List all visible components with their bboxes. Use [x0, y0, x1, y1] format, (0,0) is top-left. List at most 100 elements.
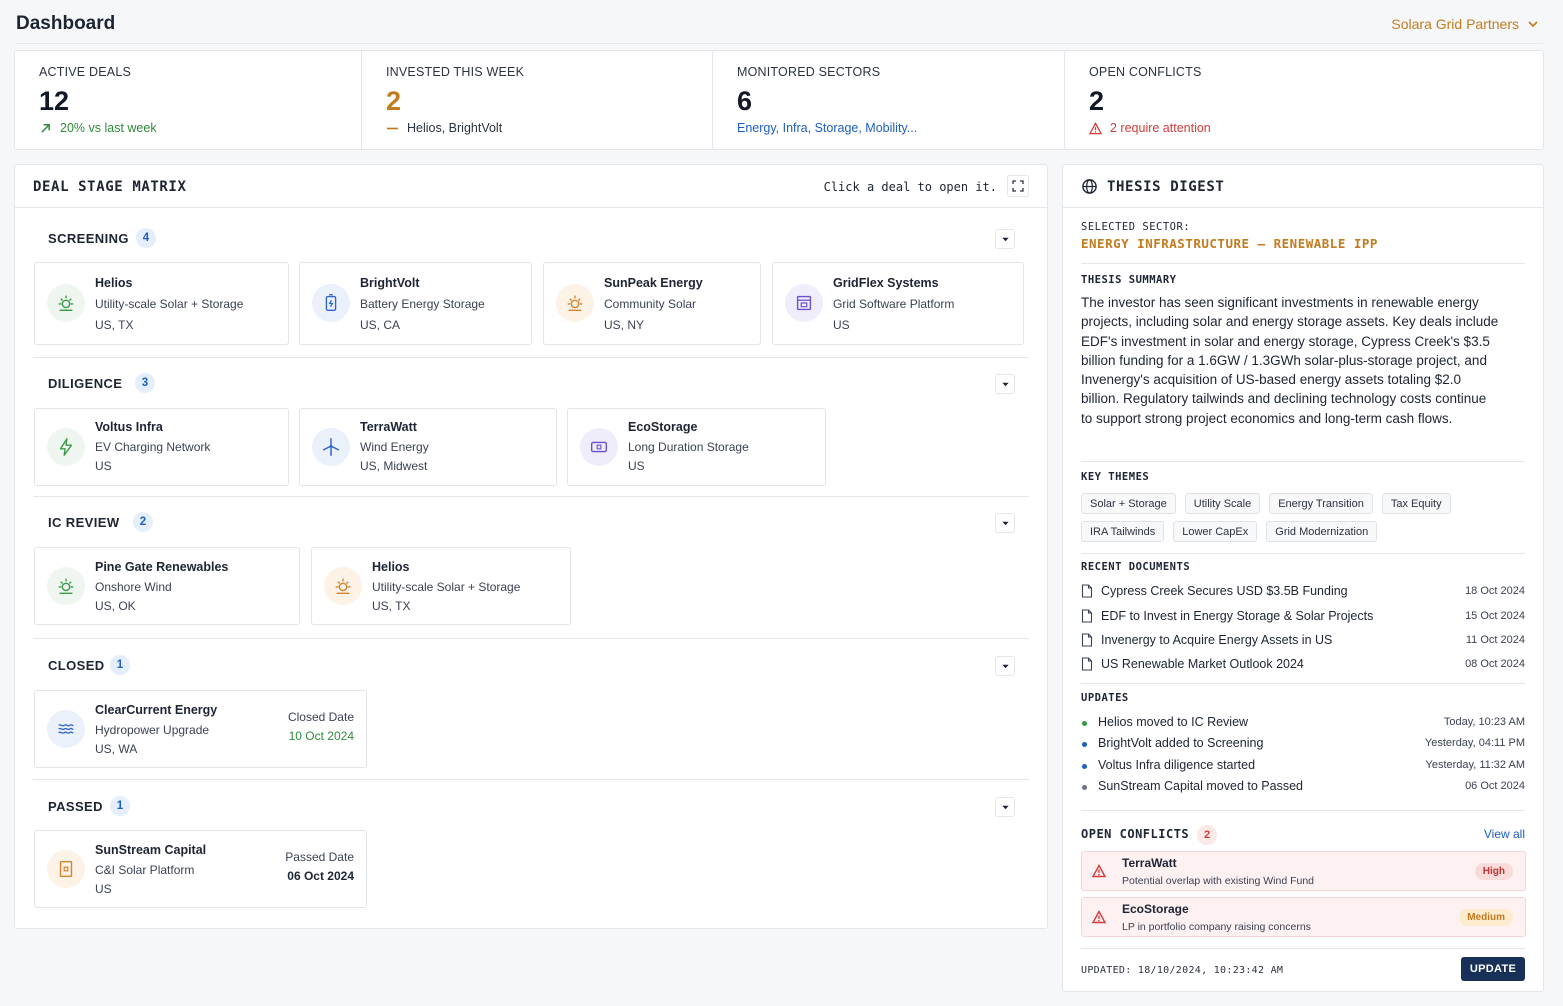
view-all-link[interactable]: View all	[1484, 827, 1525, 841]
stat-invested-this-week[interactable]: INVESTED THIS WEEK 2 Helios, BrightVolt	[362, 51, 713, 149]
deal-type: Battery Energy Storage	[360, 297, 485, 311]
document-row[interactable]: Cypress Creek Secures USD $3.5B Funding …	[1081, 583, 1525, 601]
stage-header[interactable]: PASSED 1	[33, 796, 1029, 820]
deal-card-clearcurrent-energy[interactable]: ClearCurrent Energy Hydropower Upgrade U…	[34, 690, 367, 768]
deal-card-sunpeak-energy[interactable]: SunPeak Energy Community Solar US, NY	[543, 262, 761, 345]
divider	[1081, 948, 1525, 949]
theme-chip[interactable]: Grid Modernization	[1266, 521, 1378, 542]
deal-name: TerraWatt	[360, 420, 417, 434]
update-row: Voltus Infra diligence started Yesterday…	[1081, 758, 1525, 774]
theme-chip[interactable]: Tax Equity	[1381, 493, 1451, 514]
stage-name: IC REVIEW	[48, 515, 120, 530]
wind-turbine-icon	[312, 428, 350, 466]
update-text: BrightVolt added to Screening	[1098, 736, 1264, 750]
warning-icon	[1092, 864, 1106, 878]
collapse-button[interactable]	[995, 797, 1015, 817]
stat-value: 12	[39, 86, 70, 116]
deal-card-helios[interactable]: Helios Utility-scale Solar + Storage US,…	[34, 262, 289, 345]
deal-location: US, WA	[95, 742, 138, 756]
stage-divider	[33, 779, 1029, 780]
update-button[interactable]: UPDATE	[1461, 957, 1525, 981]
thesis-summary: The investor has seen significant invest…	[1081, 295, 1499, 426]
deal-card-sunstream-capital[interactable]: SunStream Capital C&I Solar Platform US …	[34, 830, 367, 908]
stage-header[interactable]: SCREENING 4	[33, 228, 1029, 252]
org-switcher[interactable]: Solara Grid Partners	[1391, 16, 1539, 32]
document-date: 11 Oct 2024	[1465, 634, 1525, 646]
document-row[interactable]: EDF to Invest in Energy Storage & Solar …	[1081, 608, 1525, 626]
deal-location: US	[833, 318, 850, 332]
document-title: US Renewable Market Outlook 2024	[1101, 657, 1304, 671]
open-conflicts-label: OPEN CONFLICTS	[1081, 827, 1190, 841]
deal-location: US, CA	[360, 318, 401, 332]
deal-name: ClearCurrent Energy	[95, 703, 218, 717]
divider	[1081, 263, 1525, 264]
stage-header[interactable]: IC REVIEW 2	[33, 512, 1029, 536]
stat-open-conflicts[interactable]: OPEN CONFLICTS 2 2 require attention	[1065, 51, 1543, 149]
deal-name: Pine Gate Renewables	[95, 560, 229, 574]
grid-icon	[785, 284, 823, 322]
stat-label: OPEN CONFLICTS	[1089, 65, 1202, 79]
sector-list-link[interactable]: Energy, Infra, Storage, Mobility...	[737, 121, 917, 135]
warning-icon	[1092, 910, 1106, 924]
severity-badge: High	[1474, 863, 1513, 880]
document-title: Invenergy to Acquire Energy Assets in US	[1101, 633, 1333, 647]
deal-card-terrawatt[interactable]: TerraWatt Wind Energy US, Midwest	[299, 408, 557, 486]
stage-name: CLOSED	[48, 658, 105, 673]
deal-type: Community Solar	[604, 297, 697, 311]
document-icon	[1081, 657, 1093, 671]
document-icon	[1081, 609, 1093, 623]
theme-chip[interactable]: Utility Scale	[1184, 493, 1261, 514]
deal-card-ecostorage[interactable]: EcoStorage Long Duration Storage US	[567, 408, 826, 486]
thesis-summary-label: THESIS SUMMARY	[1081, 274, 1177, 286]
stage-ic-review: IC REVIEW 2	[33, 512, 1029, 536]
deal-card-helios-ic[interactable]: Helios Utility-scale Solar + Storage US,…	[311, 547, 571, 625]
stat-label: MONITORED SECTORS	[737, 65, 881, 79]
document-row[interactable]: Invenergy to Acquire Energy Assets in US…	[1081, 632, 1525, 650]
stage-header[interactable]: DILIGENCE 3	[33, 373, 1029, 397]
deal-location: US, TX	[95, 318, 134, 332]
stat-sub: 2 require attention	[1089, 121, 1519, 135]
collapse-button[interactable]	[995, 656, 1015, 676]
expand-button[interactable]	[1007, 175, 1029, 197]
selected-sector-label: SELECTED SECTOR:	[1081, 221, 1191, 233]
document-row[interactable]: US Renewable Market Outlook 2024 08 Oct …	[1081, 656, 1525, 674]
collapse-button[interactable]	[995, 513, 1015, 533]
deal-location: US, Midwest	[360, 459, 428, 473]
key-themes: Solar + Storage Utility Scale Energy Tra…	[1081, 493, 1521, 542]
stage-count: 3	[135, 373, 155, 393]
document-date: 08 Oct 2024	[1465, 658, 1525, 670]
conflict-item[interactable]: EcoStorage LP in portfolio company raisi…	[1081, 897, 1526, 937]
conflict-item[interactable]: TerraWatt Potential overlap with existin…	[1081, 851, 1526, 891]
update-row: Helios moved to IC Review Today, 10:23 A…	[1081, 715, 1525, 731]
stage-header[interactable]: CLOSED 1	[33, 655, 1029, 679]
stat-monitored-sectors[interactable]: MONITORED SECTORS 6 Energy, Infra, Stora…	[713, 51, 1065, 149]
update-row: BrightVolt added to Screening Yesterday,…	[1081, 736, 1525, 752]
conflict-name: EcoStorage	[1122, 902, 1189, 916]
warning-icon	[1089, 121, 1102, 134]
key-themes-label: KEY THEMES	[1081, 471, 1150, 483]
deal-card-pine-gate-renewables[interactable]: Pine Gate Renewables Onshore Wind US, OK	[34, 547, 300, 625]
divider	[1081, 683, 1525, 684]
deal-type: Utility-scale Solar + Storage	[372, 580, 521, 594]
stage-count: 1	[110, 796, 130, 816]
theme-chip[interactable]: Energy Transition	[1269, 493, 1373, 514]
conflicts-count: 2	[1197, 825, 1217, 845]
storage-icon	[580, 428, 618, 466]
stage-passed: PASSED 1	[33, 796, 1029, 820]
stage-diligence: DILIGENCE 3	[33, 373, 1029, 397]
theme-chip[interactable]: Lower CapEx	[1173, 521, 1258, 542]
collapse-button[interactable]	[995, 374, 1015, 394]
document-date: 18 Oct 2024	[1465, 585, 1525, 597]
collapse-button[interactable]	[995, 229, 1015, 249]
update-time: 06 Oct 2024	[1465, 780, 1525, 792]
deal-card-voltus-infra[interactable]: Voltus Infra EV Charging Network US	[34, 408, 289, 486]
theme-chip[interactable]: IRA Tailwinds	[1081, 521, 1165, 542]
deal-card-gridflex-systems[interactable]: GridFlex Systems Grid Software Platform …	[772, 262, 1024, 345]
theme-chip[interactable]: Solar + Storage	[1081, 493, 1176, 514]
deal-location: US	[95, 882, 112, 896]
thesis-digest-panel: THESIS DIGEST SELECTED SECTOR: ENERGY IN…	[1062, 164, 1544, 992]
stat-active-deals[interactable]: ACTIVE DEALS 12 20% vs last week	[15, 51, 362, 149]
deal-card-brightvolt[interactable]: BrightVolt Battery Energy Storage US, CA	[299, 262, 532, 345]
matrix-header: DEAL STAGE MATRIX Click a deal to open i…	[15, 165, 1047, 208]
stat-value: 6	[737, 86, 753, 116]
